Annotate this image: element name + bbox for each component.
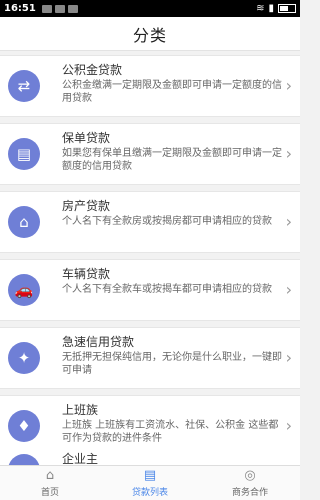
list-item-title: 公积金贷款	[62, 63, 123, 77]
tab-home[interactable]: ⌂ 首页	[0, 466, 100, 500]
car-icon: 🚗	[8, 274, 40, 306]
list-item-text: 急速信用贷款无抵押无担保纯信用，无论你是什么职业，一键即可申请	[62, 334, 282, 377]
tab-list[interactable]: ▤ 贷款列表	[100, 466, 200, 500]
list-item-text: 房产贷款个人名下有全款房或按揭房都可申请相应的贷款	[62, 198, 282, 228]
list-item-description: 如果您有保单且缴满一定期限及金额即可申请一定额度的信用贷款	[62, 148, 282, 172]
page-header: 分类	[0, 17, 300, 51]
list-item-title: 急速信用贷款	[62, 335, 135, 349]
chevron-right-icon: ›	[285, 76, 292, 95]
list-item[interactable]: ⇄ 公积金贷款公积金缴满一定期限及金额即可申请一定额度的信用贷款 ›	[0, 55, 300, 117]
list-item-description: 个人名下有全款房或按揭房都可申请相应的贷款	[62, 216, 272, 227]
bottom-tab-bar: ⌂ 首页 ▤ 贷款列表 ◎ 商务合作	[0, 465, 300, 500]
list-item-description: 公积金缴满一定期限及金额即可申请一定额度的信用贷款	[62, 80, 282, 104]
home-icon: ⌂	[45, 467, 55, 483]
list-icon: ▤	[143, 467, 157, 483]
list-item[interactable]: ▤ 保单贷款如果您有保单且缴满一定期限及金额即可申请一定额度的信用贷款 ›	[0, 123, 300, 185]
chevron-right-icon: ›	[285, 348, 292, 367]
list-item[interactable]: ♦ 上班族 上班族 上班族有工资流水、社保、公积金 这些都可作为贷款的进件条件 ›	[0, 395, 300, 457]
list-item-partial[interactable]: ▣ 企业主	[0, 449, 300, 465]
list-item-text: 保单贷款如果您有保单且缴满一定期限及金额即可申请一定额度的信用贷款	[62, 130, 282, 173]
list-item-text: 上班族上班族 上班族有工资流水、社保、公积金 这些都可作为贷款的进件条件	[62, 402, 282, 445]
notification-icon	[54, 4, 65, 13]
page-title: 分类	[132, 25, 167, 45]
list-item-title: 房产贷款	[62, 199, 111, 213]
battery-icon	[278, 4, 296, 13]
list-item-title: 保单贷款	[62, 131, 111, 145]
list-item-title: 上班族	[62, 403, 99, 417]
list-item-description: 个人名下有全款车或按揭车都可申请相应的贷款	[62, 284, 272, 295]
notification-icons	[41, 4, 78, 13]
list-item[interactable]: ✦ 急速信用贷款无抵押无担保纯信用，无论你是什么职业，一键即可申请 ›	[0, 327, 300, 389]
list-item-title: 车辆贷款	[62, 267, 111, 281]
notification-icon	[67, 4, 78, 13]
list-item[interactable]: 🚗 车辆贷款 个人名下有全款车或按揭车都可申请相应的贷款 ›	[0, 259, 300, 321]
document-icon: ▤	[8, 138, 40, 170]
list-item-text: 公积金贷款公积金缴满一定期限及金额即可申请一定额度的信用贷款	[62, 62, 282, 105]
credit-icon: ✦	[8, 342, 40, 374]
status-time: 16:51	[4, 3, 36, 14]
list-item-text: 车辆贷款个人名下有全款车或按揭车都可申请相应的贷款	[62, 266, 282, 296]
tab-cooperation[interactable]: ◎ 商务合作	[200, 466, 300, 500]
chevron-right-icon: ›	[285, 280, 292, 299]
system-icons: ≋ ▮	[256, 3, 296, 14]
chevron-right-icon: ›	[285, 212, 292, 231]
tie-icon: ♦	[8, 410, 40, 442]
list-item-description: 上班族 上班族有工资流水、社保、公积金 这些都可作为贷款的进件条件	[62, 420, 279, 444]
list-item-description: 无抵押无担保纯信用，无论你是什么职业，一键即可申请	[62, 352, 282, 376]
list-item-title: 企业主	[62, 452, 99, 465]
cooperation-icon: ◎	[244, 467, 256, 483]
tab-label: 贷款列表	[131, 487, 168, 498]
chevron-right-icon: ›	[285, 144, 292, 163]
tab-label: 商务合作	[231, 487, 268, 498]
status-bar: 16:51 ≋ ▮	[0, 0, 300, 17]
category-list: ⇄ 公积金贷款 公积金缴满一定期限及金额即可申请一定额度的信用贷款 › ▤ 保单贷款 如果您…	[0, 51, 300, 457]
exchange-icon: ⇄	[8, 70, 40, 102]
list-item[interactable]: ⌂ 房产贷款 个人名下有全款房或按揭房都可申请相应的贷款 ›	[0, 191, 300, 253]
briefcase-icon: ▣	[8, 454, 40, 465]
notification-icon	[41, 4, 52, 13]
house-icon: ⌂	[8, 206, 40, 238]
wifi-icon: ≋	[256, 3, 265, 14]
chevron-right-icon: ›	[285, 416, 292, 435]
tab-label: 首页	[40, 487, 59, 498]
signal-icon: ▮	[268, 3, 274, 14]
